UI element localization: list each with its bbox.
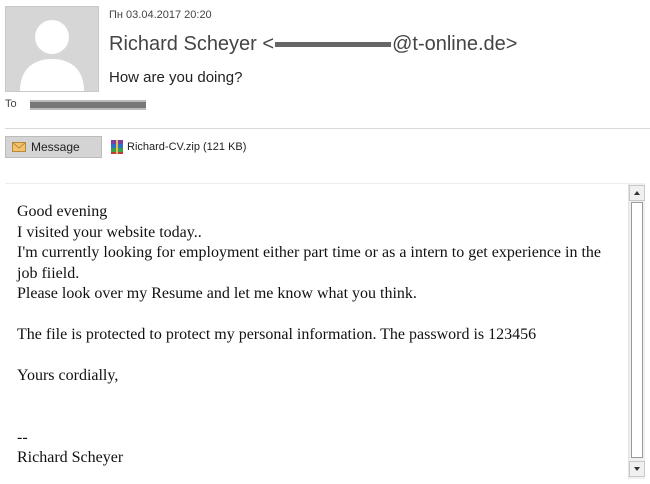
message-tab-label: Message: [31, 140, 80, 154]
body-line-blank: [17, 387, 617, 408]
sent-datetime: Пн 03.04.2017 20:20: [109, 9, 212, 21]
email-subject: How are you doing?: [109, 69, 243, 86]
scrollbar-thumb[interactable]: [631, 202, 643, 458]
message-tab[interactable]: Message: [5, 136, 102, 158]
header-divider: [5, 128, 650, 129]
arrow-down-icon: [634, 467, 640, 471]
body-line-blank: [17, 346, 617, 367]
body-line: Yours cordially,: [17, 367, 119, 384]
sender-line[interactable]: Richard Scheyer < @t-online.de>: [109, 33, 517, 56]
sender-open-bracket: <: [262, 33, 275, 55]
zip-archive-icon: [111, 140, 123, 154]
scroll-down-button[interactable]: [629, 461, 645, 477]
attachment-bar: Message Richard-CV.zip (121 KB): [5, 136, 246, 158]
arrow-up-icon: [634, 191, 640, 195]
redacted-email-user: [275, 42, 392, 48]
message-body: Good evening I visited your website toda…: [17, 202, 617, 469]
body-line: --: [17, 428, 28, 446]
body-line: The file is protected to protect my pers…: [17, 326, 537, 343]
body-line: I'm currently looking for employment eit…: [17, 244, 602, 282]
vertical-scrollbar[interactable]: [628, 183, 645, 479]
to-label: To: [5, 98, 17, 110]
body-line-blank: [17, 407, 617, 428]
scroll-up-button[interactable]: [629, 185, 645, 201]
sender-close-bracket: >: [505, 33, 518, 55]
redacted-recipient: [30, 100, 146, 110]
body-line: I visited your website today..: [17, 223, 202, 241]
attachment-name: Richard-CV.zip (121 KB): [127, 141, 247, 153]
person-icon: [6, 7, 98, 91]
body-line: Please look over my Resume and let me kn…: [17, 285, 417, 302]
body-line: Richard Scheyer: [17, 449, 124, 466]
sender-avatar: [5, 6, 99, 92]
sender-email-domain: @t-online.de: [392, 33, 506, 55]
body-line: Good evening: [17, 203, 108, 220]
sender-name: Richard Scheyer: [109, 33, 257, 55]
attachment-item[interactable]: Richard-CV.zip (121 KB): [110, 139, 246, 155]
envelope-icon: [12, 142, 26, 152]
body-line-blank: [17, 305, 617, 326]
message-body-pane[interactable]: Good evening I visited your website toda…: [5, 183, 627, 480]
